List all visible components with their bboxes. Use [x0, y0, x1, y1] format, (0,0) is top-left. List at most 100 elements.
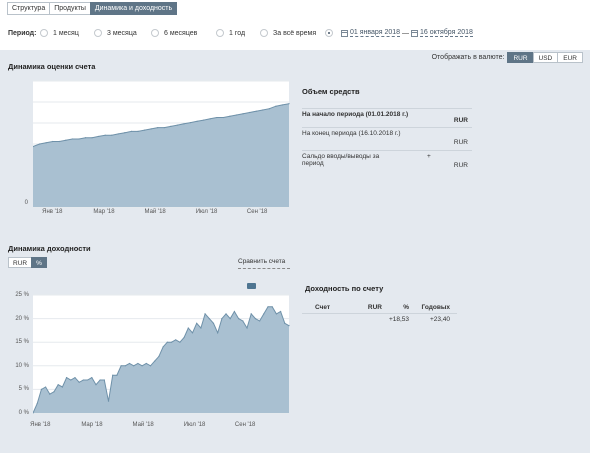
data-point — [212, 322, 215, 324]
data-point — [143, 129, 146, 131]
dynamics-panel: Динамика оценки счета Отображать в валют… — [0, 50, 590, 453]
y-tick-label: 10 % — [15, 362, 29, 369]
currency-rur-button[interactable]: RUR — [507, 52, 534, 63]
x-tick-label: Июл '18 — [183, 422, 206, 428]
radio-selected-icon — [325, 29, 333, 37]
funds-row-start: На начало периода (01.01.2018 г.) RUR — [302, 108, 472, 127]
data-point — [128, 362, 131, 365]
tab-dynamics[interactable]: Динамика и доходность — [89, 2, 178, 15]
period-label: Период: — [8, 30, 37, 37]
period-option-3m[interactable]: 3 месяца — [94, 29, 137, 37]
x-tick-label: Янв '18 — [30, 422, 51, 428]
currency-switch: Отображать в валюте: RUR USD EUR — [432, 52, 583, 63]
period-option-6m[interactable]: 6 месяцев — [151, 29, 197, 37]
data-point — [65, 139, 67, 141]
period-option-all[interactable]: За всё время — [260, 29, 316, 37]
period-option-1m[interactable]: 1 месяц — [40, 29, 79, 37]
x-tick-label: Сен '18 — [246, 209, 268, 215]
data-point — [38, 143, 41, 145]
tab-products[interactable]: Продукты — [49, 2, 91, 15]
data-point — [254, 318, 257, 320]
radio-icon — [260, 29, 268, 37]
data-point — [259, 320, 261, 322]
x-tick-label: Сен '18 — [234, 422, 256, 428]
data-point — [71, 138, 73, 140]
data-point — [137, 362, 139, 365]
data-point — [217, 332, 219, 334]
data-point — [98, 135, 100, 138]
data-point — [196, 120, 198, 122]
radio-icon — [40, 29, 48, 37]
x-tick-label: Июл '18 — [195, 209, 218, 215]
x-tick-label: Май '18 — [144, 209, 166, 215]
data-point — [130, 130, 133, 132]
data-point — [203, 119, 205, 121]
funds-title: Объем средств — [302, 87, 360, 96]
yield-by-account-title: Доходность по счету — [305, 284, 384, 293]
data-point — [120, 365, 122, 367]
y-tick-label: 25 % — [15, 292, 29, 298]
data-point — [157, 127, 159, 129]
data-point — [242, 320, 244, 322]
data-point — [222, 116, 224, 119]
data-point — [78, 138, 80, 140]
data-point — [40, 388, 42, 390]
tab-structure[interactable]: Структура — [7, 2, 51, 15]
data-point — [170, 341, 173, 343]
currency-eur-button[interactable]: EUR — [557, 52, 583, 63]
currency-usd-button[interactable]: USD — [532, 52, 559, 63]
data-point — [112, 374, 114, 376]
data-point — [209, 118, 211, 120]
data-point — [154, 360, 156, 362]
currency-label: Отображать в валюте: — [431, 54, 505, 61]
yield-dynamics-title: Динамика доходности — [8, 244, 91, 253]
compare-accounts-link[interactable]: Сравнить счета — [238, 258, 285, 265]
data-point — [99, 379, 101, 381]
data-point — [255, 110, 257, 112]
data-point — [271, 306, 273, 308]
yield-mode-toggle: RUR % — [8, 257, 47, 268]
data-point — [107, 400, 110, 402]
data-point — [104, 134, 106, 136]
data-point — [284, 322, 286, 324]
data-point — [189, 121, 192, 124]
y-tick-label: 0 % — [18, 410, 29, 416]
calendar-icon — [341, 29, 348, 37]
period-option-1y[interactable]: 1 год — [216, 29, 245, 37]
data-point — [124, 132, 126, 134]
funds-row-end: На конец периода (16.10.2018 г.) RUR — [302, 127, 472, 150]
data-point — [91, 377, 93, 379]
data-point — [175, 339, 177, 341]
data-point — [91, 137, 93, 139]
yield-chart-svg — [32, 294, 290, 414]
date-from: 01 января 2018 — [350, 29, 401, 37]
data-point — [57, 384, 59, 386]
radio-icon — [216, 29, 224, 37]
data-point — [74, 377, 76, 379]
yield-mode-percent-button[interactable]: % — [31, 257, 47, 268]
data-point — [288, 325, 290, 327]
data-point — [49, 393, 51, 395]
yield-table: Счет RUR % Годовых +18,53 +23,40 — [302, 304, 457, 323]
legend-swatch[interactable] — [247, 283, 256, 289]
data-point — [216, 116, 218, 119]
data-point — [166, 341, 168, 343]
data-point — [176, 124, 179, 126]
date-to-picker[interactable]: 16 октября 2018 — [411, 29, 473, 37]
data-point — [44, 386, 47, 388]
yield-chart — [32, 293, 293, 419]
data-point — [275, 105, 277, 107]
data-point — [208, 318, 210, 320]
funds-row-balance: Сальдо вводы/выводы за период + RUR — [302, 150, 472, 172]
data-point — [179, 341, 181, 343]
data-point — [61, 386, 63, 388]
data-point — [235, 114, 238, 116]
data-point — [288, 103, 290, 105]
data-point — [86, 379, 89, 381]
valuation-title: Динамика оценки счета — [8, 62, 96, 71]
period-option-custom[interactable] — [325, 29, 338, 37]
yield-mode-rur-button[interactable]: RUR — [8, 257, 33, 268]
y-tick-label: 5 % — [18, 386, 29, 393]
valuation-chart — [32, 77, 293, 215]
date-from-picker[interactable]: 01 января 2018 — [341, 29, 401, 37]
